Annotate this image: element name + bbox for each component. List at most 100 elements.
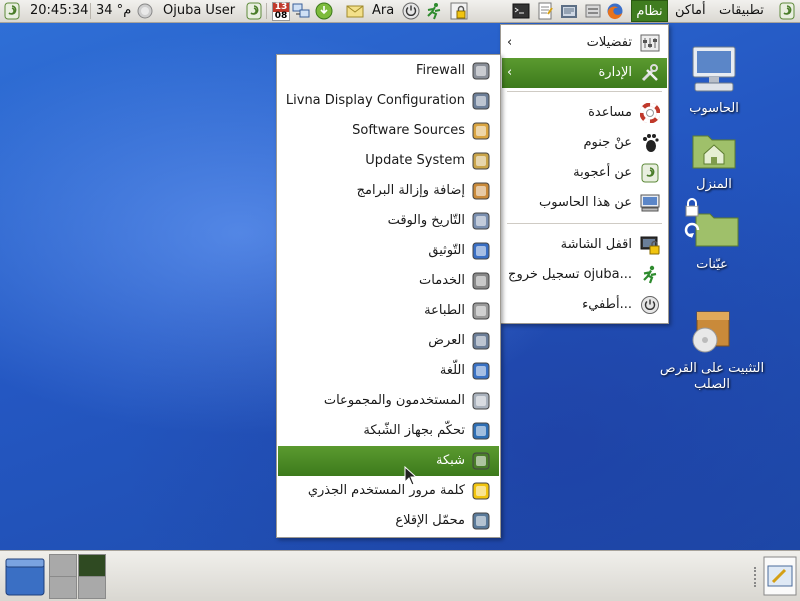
install-disk-icon xyxy=(692,311,730,353)
menu-item-label: Update System xyxy=(365,153,465,168)
menu-item-label: إضافة وإزالة البرامج xyxy=(356,183,465,198)
submenu-arrow-icon: ‹ xyxy=(507,65,513,80)
weather-icon[interactable] xyxy=(136,2,154,20)
workspace-3[interactable] xyxy=(49,576,77,599)
panel-separator xyxy=(266,3,267,19)
printer-icon xyxy=(472,302,490,320)
workspace-2[interactable] xyxy=(78,554,106,577)
menu-item-shutdown[interactable]: أطفيء... xyxy=(501,290,668,320)
desktop-icon-home[interactable]: المنزل xyxy=(680,128,748,193)
admin-item-root-password[interactable]: كلمة مرور المستخدم الجذري xyxy=(278,476,499,506)
desktop-icon-install[interactable]: التثبيت على القرص الصلب xyxy=(654,310,770,393)
logout-running-man-icon xyxy=(643,265,657,284)
admin-item-language[interactable]: اللّغة xyxy=(278,356,499,386)
desktop-icon-label: الصلب xyxy=(694,377,730,392)
mail-envelope-icon[interactable] xyxy=(346,2,364,20)
software-sources-icon xyxy=(472,122,490,140)
user-name[interactable]: Ojuba User xyxy=(163,0,235,22)
gnome-foot-icon xyxy=(643,134,659,152)
submenu-arrow-icon: ‹ xyxy=(507,35,513,50)
update-available-icon[interactable] xyxy=(315,2,333,20)
firefox-icon[interactable] xyxy=(606,2,624,20)
admin-item-date-time[interactable]: التّاريخ والوقت xyxy=(278,206,499,236)
menu-item-label: شبكة xyxy=(436,453,465,468)
admin-item-livna-display-config[interactable]: Livna Display Configuration xyxy=(278,86,499,116)
admin-item-bootloader[interactable]: محمّل الإقلاع xyxy=(278,506,499,536)
calendar-month: 08 xyxy=(274,11,288,21)
keyboard-layout-indicator[interactable]: Ara xyxy=(372,0,394,22)
mouse-cursor-icon xyxy=(404,466,418,486)
tools-icon xyxy=(641,64,658,82)
display-icon xyxy=(472,332,490,350)
bootloader-icon xyxy=(472,512,490,530)
desktop-icon-samples[interactable]: عيّنات xyxy=(676,196,748,273)
desktop-icon-label: التثبيت على القرص xyxy=(659,361,765,376)
menu-separator xyxy=(507,91,662,92)
admin-item-users-groups[interactable]: المستخدمون والمجموعات xyxy=(278,386,499,416)
home-folder-icon xyxy=(692,135,736,169)
text-editor-icon[interactable] xyxy=(536,2,554,20)
admin-item-network[interactable]: شبكة xyxy=(278,446,499,476)
desktop-icon-label: الحاسوب xyxy=(689,101,739,116)
add-remove-software-icon xyxy=(472,182,490,200)
workspace-4[interactable] xyxy=(78,576,106,599)
computer-icon xyxy=(692,46,736,92)
lock-screen-icon xyxy=(640,236,660,255)
admin-item-services[interactable]: الخدمات xyxy=(278,266,499,296)
menu-item-administration[interactable]: ‹ الإدارة xyxy=(502,58,667,88)
menu-item-lock-screen[interactable]: اقفل الشاشة xyxy=(501,230,668,260)
terminal-icon[interactable] xyxy=(512,2,530,20)
ojuba-swirl-icon[interactable] xyxy=(245,2,263,20)
update-lock-icon[interactable] xyxy=(450,2,468,20)
date-time-icon xyxy=(472,212,490,230)
display-config-icon xyxy=(472,92,490,110)
calendar-icon[interactable]: 13 08 xyxy=(272,2,290,21)
admin-item-software-sources[interactable]: Software Sources xyxy=(278,116,499,146)
panel-handle[interactable] xyxy=(754,567,762,587)
menu-item-label: تفضيلات xyxy=(586,35,632,50)
admin-item-network-device-control[interactable]: تحكّم بجهاز الشّبكة xyxy=(278,416,499,446)
menu-item-about-ojuba[interactable]: عن أعجوبة xyxy=(501,158,668,188)
desktop-icon-computer[interactable]: الحاسوب xyxy=(680,44,748,117)
menu-item-preferences[interactable]: ‹ تفضيلات xyxy=(501,28,668,58)
menu-item-about-gnome[interactable]: عنْ جنوم xyxy=(501,128,668,158)
menu-item-label: عن هذا الحاسوب xyxy=(539,195,632,210)
network-icon xyxy=(472,452,490,470)
logout-running-man-icon[interactable] xyxy=(425,2,443,20)
network-computers-icon[interactable] xyxy=(292,2,310,20)
root-password-icon xyxy=(472,482,490,500)
admin-item-update-system[interactable]: Update System xyxy=(278,146,499,176)
workspace-1[interactable] xyxy=(49,554,77,577)
places-menu[interactable]: أماكن xyxy=(670,0,711,22)
menu-item-help[interactable]: مساعدة xyxy=(501,98,668,128)
admin-item-display[interactable]: العرض xyxy=(278,326,499,356)
ojuba-swirl-icon[interactable] xyxy=(3,2,21,20)
power-icon[interactable] xyxy=(402,2,420,20)
office-icon[interactable] xyxy=(560,2,578,20)
menu-item-label: عن أعجوبة xyxy=(573,165,632,180)
show-desktop-icon[interactable] xyxy=(4,555,46,597)
system-dropdown-menu: ‹ تفضيلات ‹ الإدارة مساعدة عنْ جنوم عن أ… xyxy=(500,24,669,324)
admin-item-printing[interactable]: الطباعة xyxy=(278,296,499,326)
notes-applet-icon[interactable] xyxy=(763,556,797,596)
menu-item-label: التّاريخ والوقت xyxy=(387,213,465,228)
menu-item-label: التّوثيق xyxy=(428,243,465,258)
administration-submenu: Firewall Livna Display Configuration Softw… xyxy=(276,54,501,538)
menu-item-label: مساعدة xyxy=(588,105,632,120)
clock[interactable]: 20:45:34 xyxy=(30,0,88,22)
temperature[interactable]: 34 °م xyxy=(96,0,131,22)
menu-item-logout[interactable]: تسجيل خروج ojuba... xyxy=(501,260,668,290)
admin-item-add-remove-software[interactable]: إضافة وإزالة البرامج xyxy=(278,176,499,206)
users-groups-icon xyxy=(472,392,490,410)
admin-item-firewall[interactable]: Firewall xyxy=(278,56,499,86)
file-manager-icon[interactable] xyxy=(584,2,602,20)
applications-menu[interactable]: تطبيقات xyxy=(714,0,769,22)
system-menu[interactable]: نظام xyxy=(631,0,668,22)
menu-item-label: تحكّم بجهاز الشّبكة xyxy=(363,423,465,438)
authentication-icon xyxy=(472,242,490,260)
ojuba-logo-icon[interactable] xyxy=(778,2,796,20)
admin-item-authentication[interactable]: التّوثيق xyxy=(278,236,499,266)
menu-item-label: تسجيل خروج ojuba... xyxy=(508,267,632,282)
menu-item-about-computer[interactable]: عن هذا الحاسوب xyxy=(501,188,668,218)
menu-item-label: Firewall xyxy=(415,63,465,78)
